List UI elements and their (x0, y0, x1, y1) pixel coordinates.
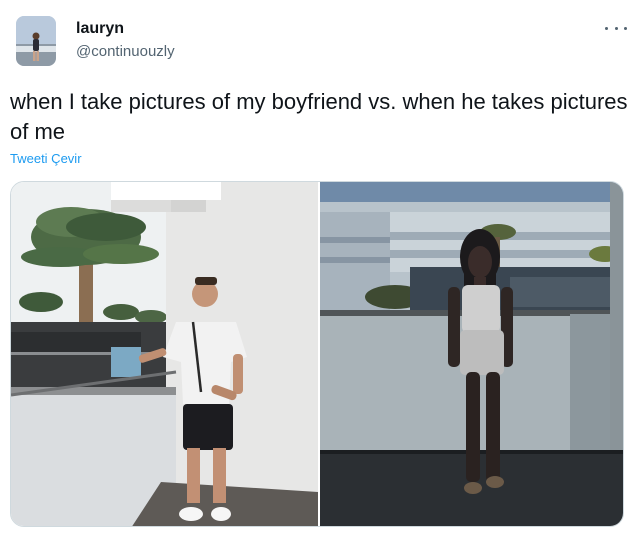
author-name[interactable]: lauryn (76, 20, 124, 38)
photo-boyfriend[interactable] (11, 182, 318, 526)
tweet: lauryn @continuouzly when I take picture… (0, 0, 635, 537)
avatar[interactable] (16, 16, 56, 66)
photo-girlfriend[interactable] (320, 182, 623, 526)
author-handle[interactable]: @continuouzly (76, 43, 175, 60)
media-grid (10, 181, 624, 527)
translate-link[interactable]: Tweeti Çevir (10, 151, 82, 166)
more-options-icon[interactable] (605, 20, 627, 36)
tweet-text: when I take pictures of my boyfriend vs.… (10, 89, 628, 144)
